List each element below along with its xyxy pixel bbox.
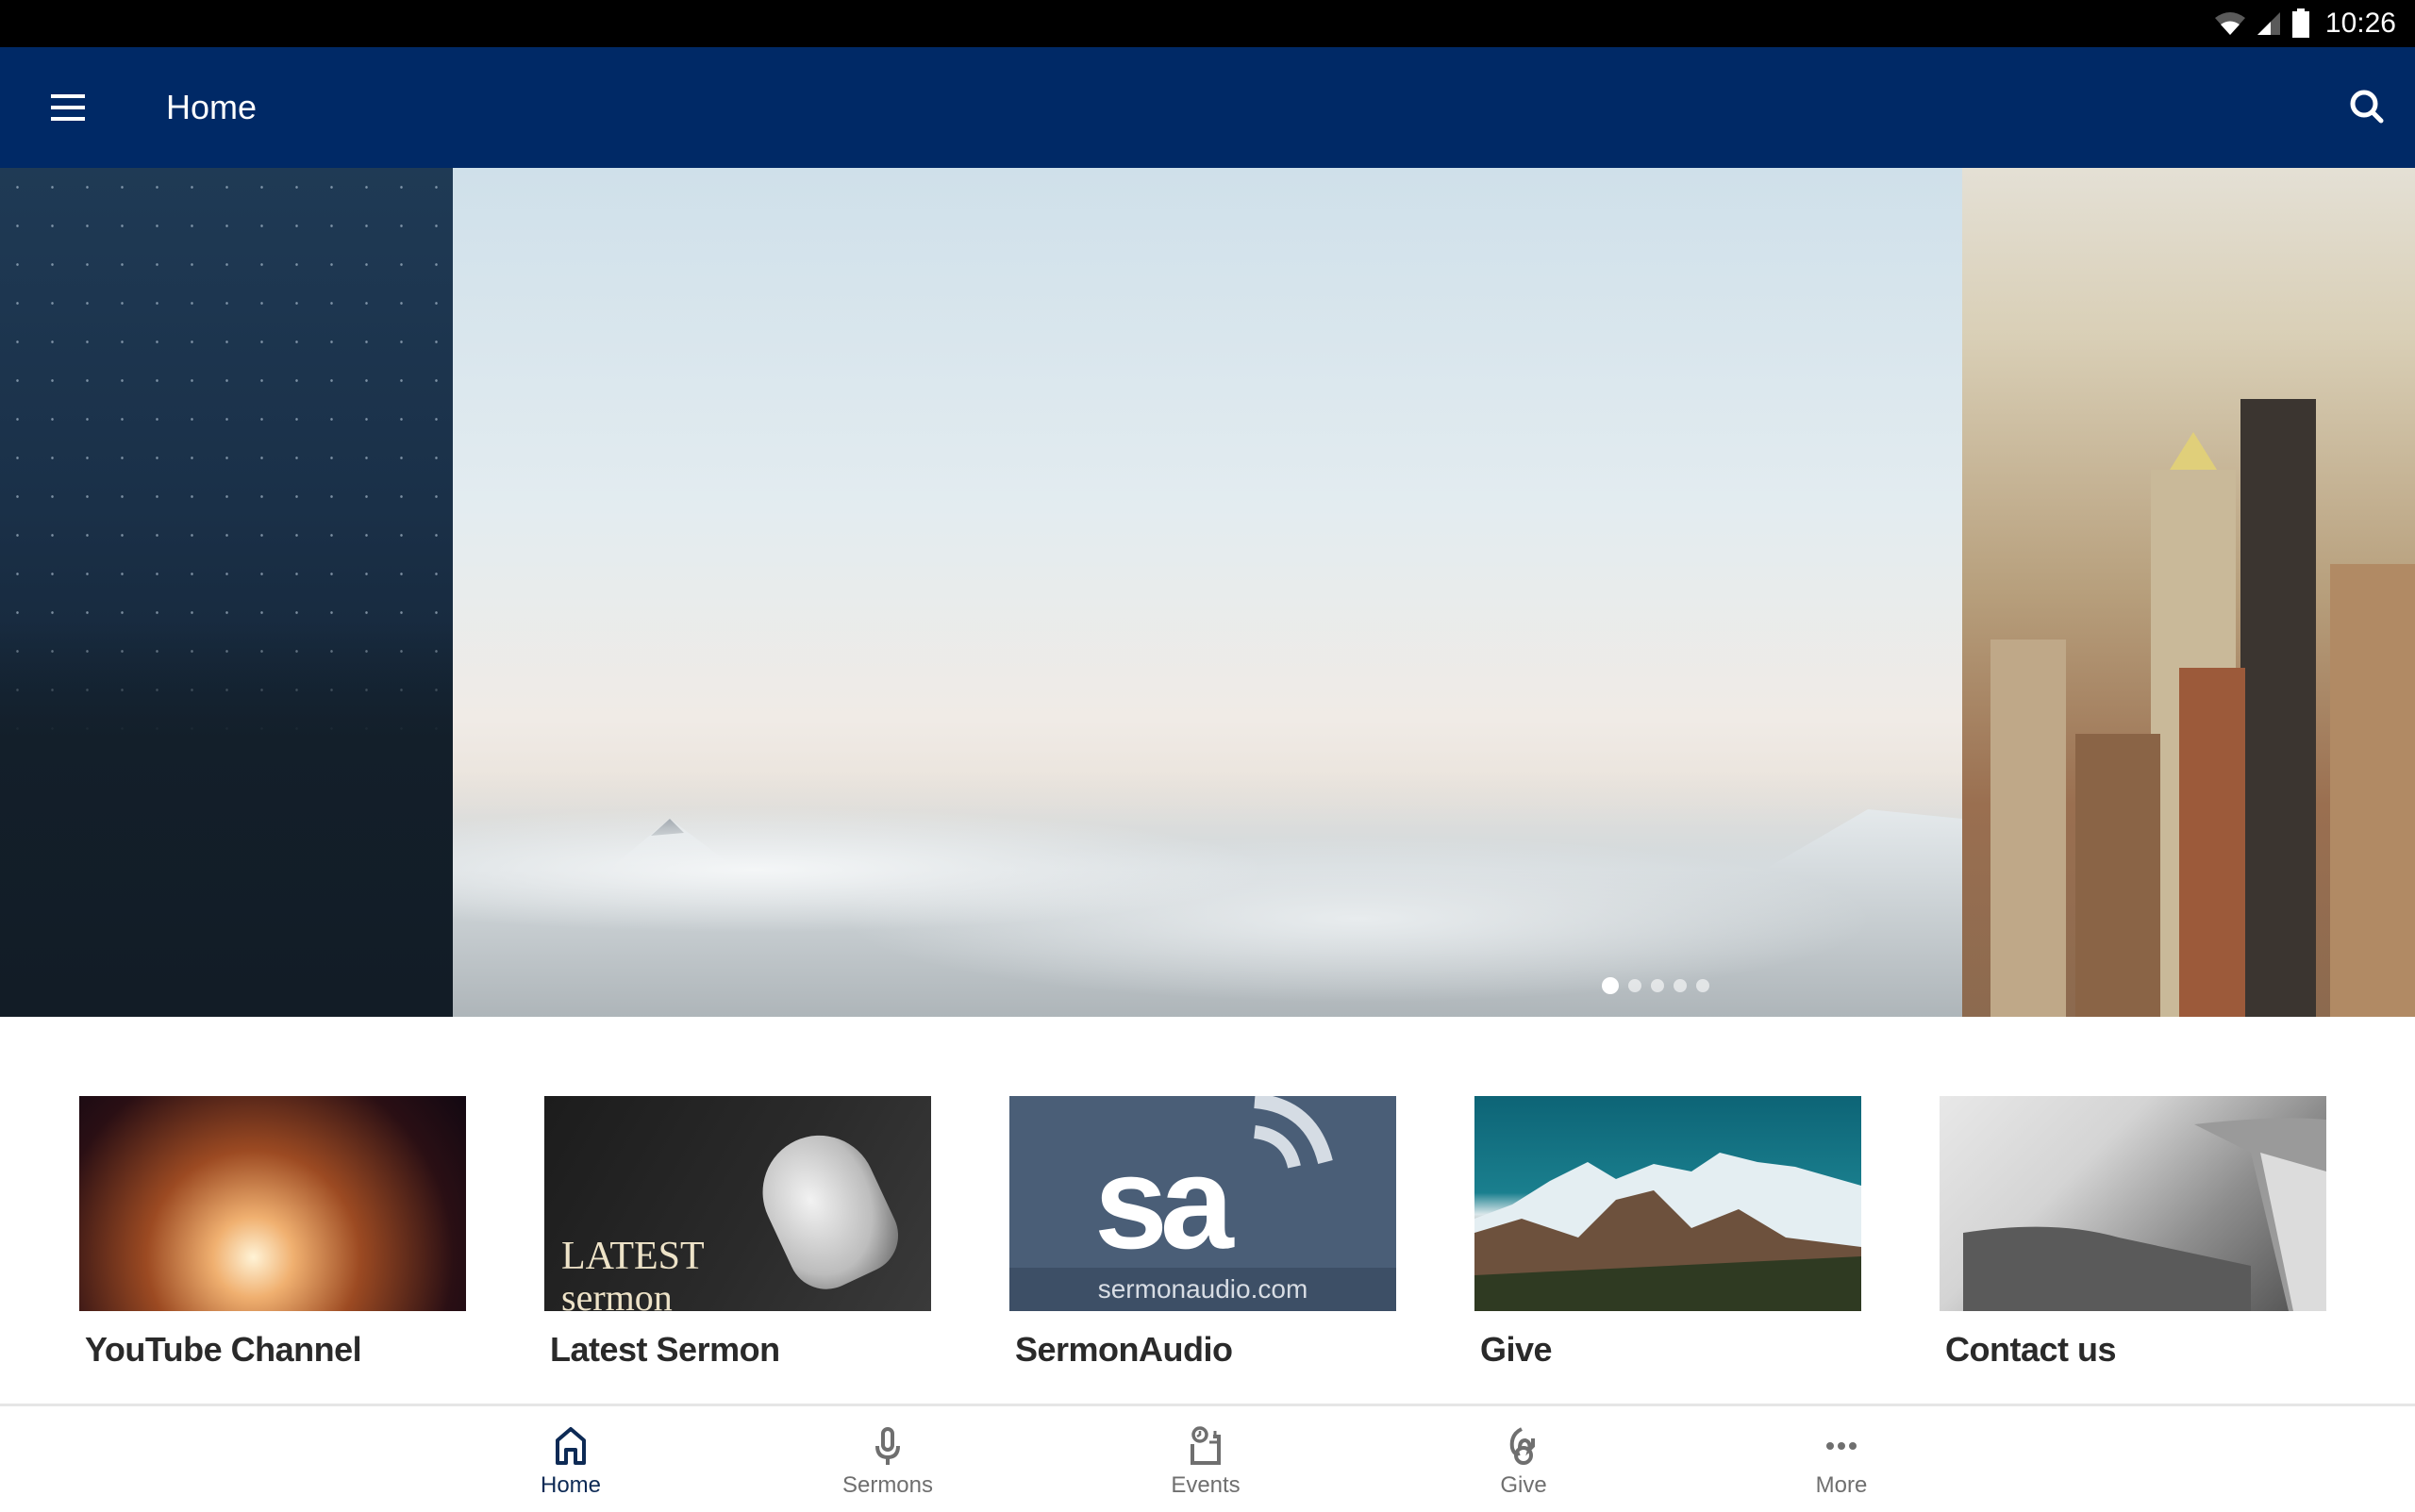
tile-label: Latest Sermon bbox=[550, 1330, 780, 1369]
nav-tab-home[interactable]: Home bbox=[476, 1406, 665, 1512]
cloud-layer bbox=[453, 772, 1962, 1017]
nav-tab-give[interactable]: Give bbox=[1429, 1406, 1618, 1512]
tree-silhouette bbox=[0, 621, 453, 1017]
give-hand-icon bbox=[1509, 1427, 1535, 1465]
tile-sermonaudio[interactable]: sa sermonaudio.com SermonAudio bbox=[1009, 1096, 1396, 1370]
search-icon[interactable] bbox=[2340, 79, 2396, 136]
nav-label: Give bbox=[1500, 1472, 1547, 1498]
page-title: Home bbox=[166, 88, 258, 126]
tile-contact-us[interactable]: Contact us bbox=[1940, 1096, 2326, 1370]
nav-tab-events[interactable]: Events bbox=[1111, 1406, 1300, 1512]
mountain-graphic bbox=[1474, 1153, 1861, 1311]
carousel-dot-2[interactable] bbox=[1628, 979, 1641, 992]
nav-label: Home bbox=[540, 1472, 602, 1498]
tile-label: YouTube Channel bbox=[85, 1330, 362, 1369]
wifi-icon bbox=[2214, 12, 2245, 35]
sa-logo-text: sa bbox=[1094, 1128, 1234, 1276]
status-bar: 10:26 bbox=[0, 0, 2415, 47]
microphone-icon bbox=[875, 1427, 900, 1465]
tile-label: Give bbox=[1480, 1330, 1553, 1369]
hero-carousel[interactable] bbox=[0, 168, 2415, 1017]
carousel-dot-1[interactable] bbox=[1602, 977, 1619, 994]
carousel-slide-night-sky[interactable] bbox=[0, 168, 453, 1017]
tile-give[interactable]: Give bbox=[1474, 1096, 1861, 1370]
sa-domain-text: sermonaudio.com bbox=[1009, 1268, 1396, 1311]
hamburger-menu-icon[interactable] bbox=[43, 85, 92, 130]
tile-image-youtube bbox=[79, 1096, 466, 1311]
image-text: LATEST bbox=[561, 1235, 705, 1278]
tile-image-give bbox=[1474, 1096, 1861, 1311]
image-text: sermon bbox=[561, 1276, 673, 1311]
carousel-slide-city[interactable] bbox=[1962, 168, 2415, 1017]
bottom-navigation: Home Sermons Events Give More bbox=[0, 1404, 2415, 1512]
app-bar: Home bbox=[0, 47, 2415, 168]
carousel-dot-5[interactable] bbox=[1696, 979, 1709, 992]
tile-image-latest-sermon: LATEST sermon bbox=[544, 1096, 931, 1311]
carousel-dot-4[interactable] bbox=[1674, 979, 1687, 992]
battery-icon bbox=[2291, 8, 2309, 38]
nav-label: Events bbox=[1171, 1472, 1241, 1498]
calendar-clock-icon bbox=[1191, 1426, 1221, 1465]
skyscrapers bbox=[1990, 399, 2415, 1017]
nav-label: Sermons bbox=[841, 1472, 934, 1498]
nav-tab-more[interactable]: More bbox=[1747, 1406, 1936, 1512]
architecture-graphic bbox=[1963, 1118, 2326, 1311]
home-icon bbox=[556, 1427, 586, 1465]
tile-label: SermonAudio bbox=[1015, 1330, 1233, 1369]
carousel-pagination bbox=[1602, 977, 1709, 994]
tile-latest-sermon[interactable]: LATEST sermon Latest Sermon bbox=[544, 1096, 931, 1370]
carousel-slide-clouds[interactable] bbox=[453, 168, 1962, 1017]
status-icons: 10:26 bbox=[2214, 0, 2396, 47]
tile-label: Contact us bbox=[1945, 1330, 2117, 1369]
cell-signal-icon bbox=[2257, 12, 2280, 35]
broadcast-waves-icon bbox=[1253, 1096, 1333, 1169]
headphone-graphic bbox=[743, 1117, 911, 1302]
tile-image-contact bbox=[1940, 1096, 2326, 1311]
nav-label: More bbox=[1815, 1472, 1868, 1498]
clock: 10:26 bbox=[2324, 8, 2396, 39]
more-dots-icon bbox=[1826, 1442, 1857, 1450]
carousel-dot-3[interactable] bbox=[1651, 979, 1664, 992]
nav-tab-sermons[interactable]: Sermons bbox=[793, 1406, 982, 1512]
tile-youtube-channel[interactable]: YouTube Channel bbox=[79, 1096, 466, 1370]
tile-image-sermonaudio: sa sermonaudio.com bbox=[1009, 1096, 1396, 1311]
